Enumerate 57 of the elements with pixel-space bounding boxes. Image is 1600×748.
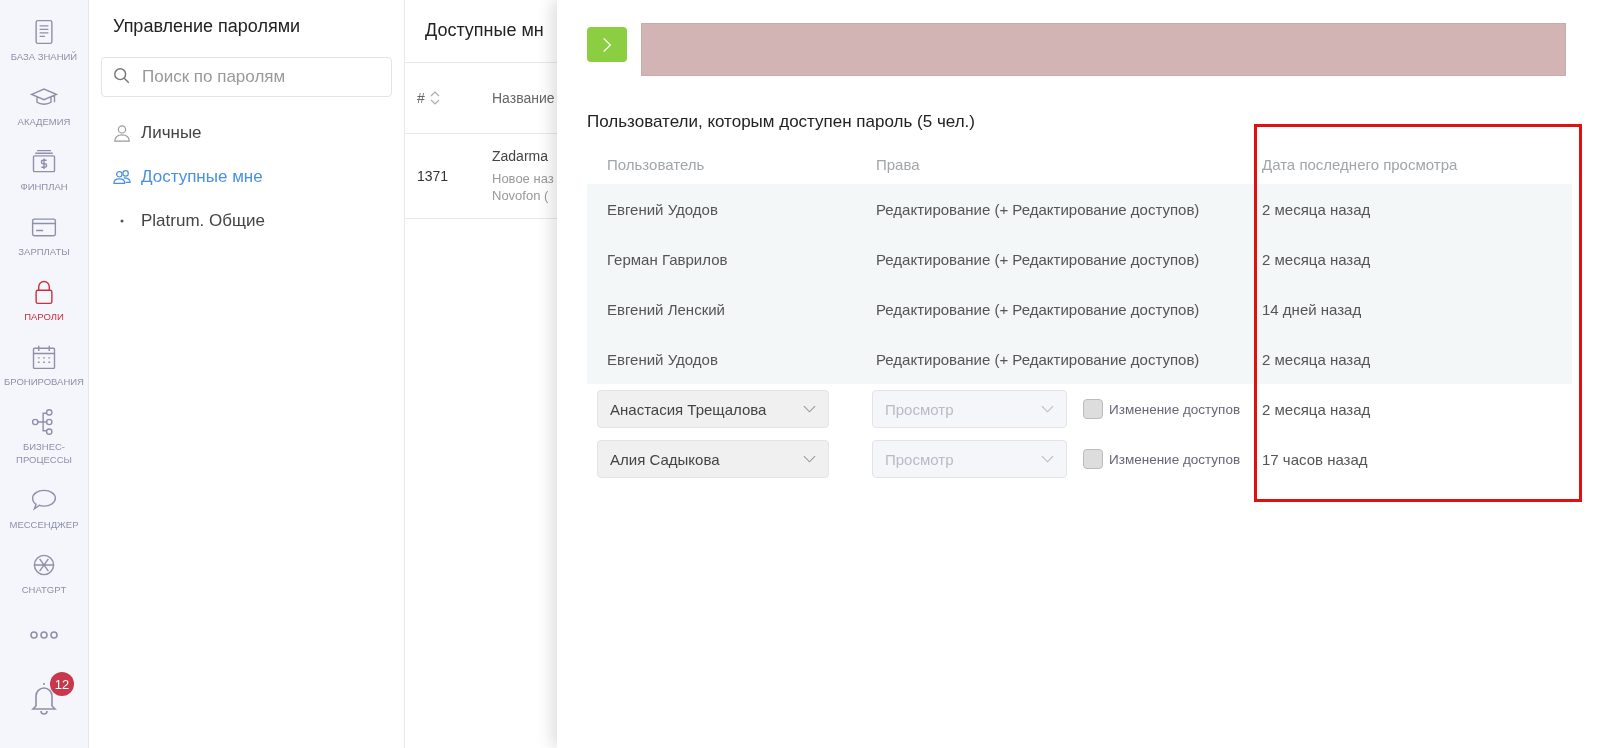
column-header: Название	[492, 90, 555, 106]
user-name: Евгений Удодов	[606, 350, 719, 368]
rights-text: Редактирование (+ Редактирование доступов)	[875, 300, 1201, 318]
password-name: Zadarma	[492, 148, 550, 164]
last-view-date: 2 месяца назад	[1261, 250, 1372, 268]
user-name: Герман Гаврилов	[606, 250, 729, 268]
last-view-date: 14 дней назад	[1261, 300, 1363, 318]
bullet-icon	[120, 219, 124, 223]
nav-item[interactable]: CHATGPT	[2, 551, 86, 596]
folder-item[interactable]: Личные	[101, 111, 392, 155]
calendar-icon	[30, 343, 58, 371]
folder-item[interactable]: Platrum. Общие	[101, 199, 392, 243]
search-icon	[113, 67, 131, 85]
sort-icon[interactable]	[428, 89, 441, 107]
section-heading: Пользователи, которым доступен пароль (5 чел.)	[587, 112, 976, 132]
column-header: Права	[875, 155, 921, 173]
nav-item[interactable]: ЗАРПЛАТЫ	[2, 213, 86, 258]
last-view-date: 2 месяца назад	[1261, 200, 1372, 218]
nav-item[interactable]: БАЗА ЗНАНИЙ	[2, 18, 86, 63]
password-note: Novofon (	[492, 187, 550, 204]
panel-title: Управление паролями	[112, 15, 302, 38]
table-cell-text: 1371	[416, 168, 450, 184]
column-header: Пользователь	[606, 155, 706, 173]
last-view-date: 2 месяца назад	[1261, 400, 1372, 418]
nav-item[interactable]: ФИНПЛАН	[2, 148, 86, 193]
nav-item[interactable]: БРОНИРОВАНИЯ	[2, 343, 86, 388]
chevron-down-icon	[803, 455, 816, 463]
column-header: #	[417, 90, 425, 106]
more-icon[interactable]	[29, 630, 59, 640]
chevron-down-icon	[803, 405, 816, 413]
nav-item[interactable]: МЕССЕНДЖЕР	[2, 486, 86, 531]
chevron-down-icon	[1041, 405, 1054, 413]
last-view-date: 2 месяца назад	[1261, 350, 1372, 368]
rights-text: Редактирование (+ Редактирование доступов)	[875, 250, 1201, 268]
search-field[interactable]: Поиск по паролям	[101, 57, 392, 97]
notification-count: 12	[50, 672, 74, 696]
person-icon	[113, 124, 131, 142]
password-note: Новое наз	[492, 170, 554, 187]
chevron-right-icon	[602, 35, 612, 54]
checkbox-label: Изменение доступов	[1109, 451, 1241, 467]
user-select[interactable]: Анастасия Трещалова	[597, 390, 829, 428]
last-view-date: 17 часов назад	[1261, 450, 1369, 468]
checkbox[interactable]	[1083, 449, 1103, 469]
column-header: Дата последнего просмотра	[1261, 155, 1459, 173]
chevron-down-icon	[1041, 455, 1054, 463]
user-select[interactable]: Алия Садыкова	[597, 440, 829, 478]
checkbox-label: Изменение доступов	[1109, 401, 1241, 417]
nav-item[interactable]: АКАДЕМИЯ	[2, 83, 86, 128]
checkbox[interactable]	[1083, 399, 1103, 419]
rights-text: Редактирование (+ Редактирование доступов)	[875, 350, 1201, 368]
folder-item[interactable]: Доступные мне	[101, 155, 392, 199]
rights-text: Редактирование (+ Редактирование доступов)	[875, 200, 1201, 218]
user-name: Евгений Ленский	[606, 300, 726, 318]
people-icon	[113, 168, 131, 186]
expand-button[interactable]	[587, 27, 627, 62]
nav-item[interactable]: ПАРОЛИ	[2, 278, 86, 323]
nav-item[interactable]: БИЗНЕС-ПРОЦЕССЫ	[2, 408, 86, 466]
